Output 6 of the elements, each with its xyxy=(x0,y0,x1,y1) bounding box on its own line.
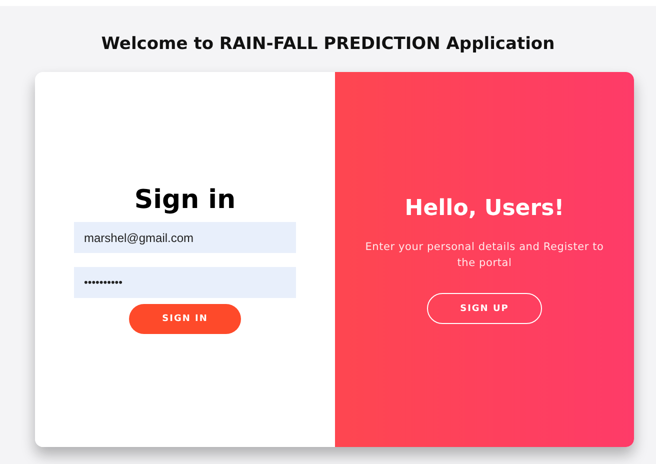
email-field[interactable]: marshel@gmail.com xyxy=(74,222,296,253)
page-title: Welcome to RAIN-FALL PREDICTION Application xyxy=(101,34,555,54)
sign-in-heading: Sign in xyxy=(134,185,236,215)
greeting-heading: Hello, Users! xyxy=(404,196,564,221)
register-message: Enter your personal details and Register to the portal xyxy=(364,240,605,271)
password-field[interactable]: •••••••••• xyxy=(74,267,296,298)
